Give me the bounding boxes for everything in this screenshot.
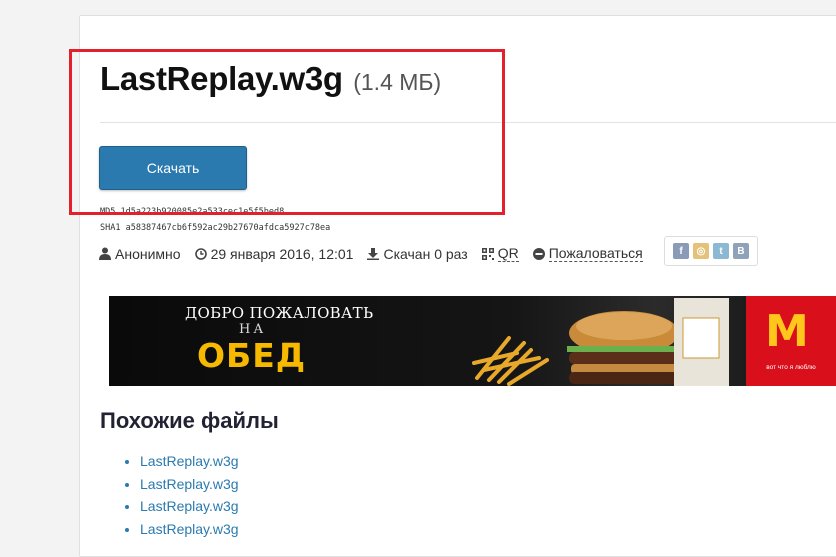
ad-banner[interactable]: ДОБРО ПОЖАЛОВАТЬ НА ОБЕД M вот что я люб…	[109, 296, 836, 386]
title-row: LastReplay.w3g (1.4 МБ)	[100, 60, 441, 98]
list-item: LastReplay.w3g	[140, 450, 239, 473]
report-item[interactable]: Пожаловаться	[532, 245, 643, 262]
similar-file-link[interactable]: LastReplay.w3g	[140, 453, 239, 469]
list-item: LastReplay.w3g	[140, 473, 239, 496]
list-item: LastReplay.w3g	[140, 495, 239, 518]
downloads-item: Скачан 0 раз	[367, 245, 468, 262]
similar-file-link[interactable]: LastReplay.w3g	[140, 476, 239, 492]
author-item: Анонимно	[99, 246, 181, 262]
author-label: Анонимно	[115, 245, 181, 262]
banner-line2: НА	[239, 322, 267, 337]
file-size: (1.4 МБ)	[353, 69, 442, 95]
date-label: 29 января 2016, 12:01	[210, 245, 354, 262]
banner-line3: ОБЕД	[197, 336, 307, 375]
download-icon	[367, 247, 380, 260]
date-item: 29 января 2016, 12:01	[194, 245, 354, 262]
vkontakte-icon[interactable]: B	[733, 243, 749, 259]
download-button[interactable]: Скачать	[99, 146, 247, 190]
divider	[100, 122, 836, 123]
minus-circle-icon	[532, 247, 545, 260]
banner-line1: ДОБРО ПОЖАЛОВАТЬ	[185, 304, 374, 322]
similar-files-list: LastReplay.w3g LastReplay.w3g LastReplay…	[120, 450, 239, 540]
mcdonalds-arches-icon: M	[765, 306, 809, 357]
qr-link[interactable]: QR	[497, 245, 519, 262]
downloads-label: Скачан 0 раз	[383, 245, 468, 262]
report-link[interactable]: Пожаловаться	[548, 245, 643, 262]
similar-file-link[interactable]: LastReplay.w3g	[140, 521, 239, 537]
similar-files-heading: Похожие файлы	[100, 408, 279, 433]
sha1-hash: SHA1 a58387467cb6f592ac29b27670afdca5927…	[100, 223, 331, 233]
qr-icon	[481, 247, 494, 260]
clock-icon	[194, 247, 207, 260]
brand-slogan: вот что я люблю	[766, 364, 816, 371]
mcdonalds-logo-panel: M вот что я люблю	[746, 296, 836, 386]
share-bar: f ◎ t B	[664, 236, 758, 266]
user-icon	[99, 247, 111, 260]
file-title: LastReplay.w3g	[100, 60, 343, 97]
md5-hash: MD5 1d5a223b920085e2a533cec1e5f5bed8	[100, 207, 285, 217]
odnoklassniki-icon[interactable]: ◎	[693, 243, 709, 259]
facebook-icon[interactable]: f	[673, 243, 689, 259]
burger-image	[472, 298, 729, 386]
file-meta: Анонимно 29 января 2016, 12:01 Скачан 0 …	[99, 245, 657, 262]
similar-file-link[interactable]: LastReplay.w3g	[140, 498, 239, 514]
qr-item[interactable]: QR	[481, 245, 519, 262]
twitter-icon[interactable]: t	[713, 243, 729, 259]
